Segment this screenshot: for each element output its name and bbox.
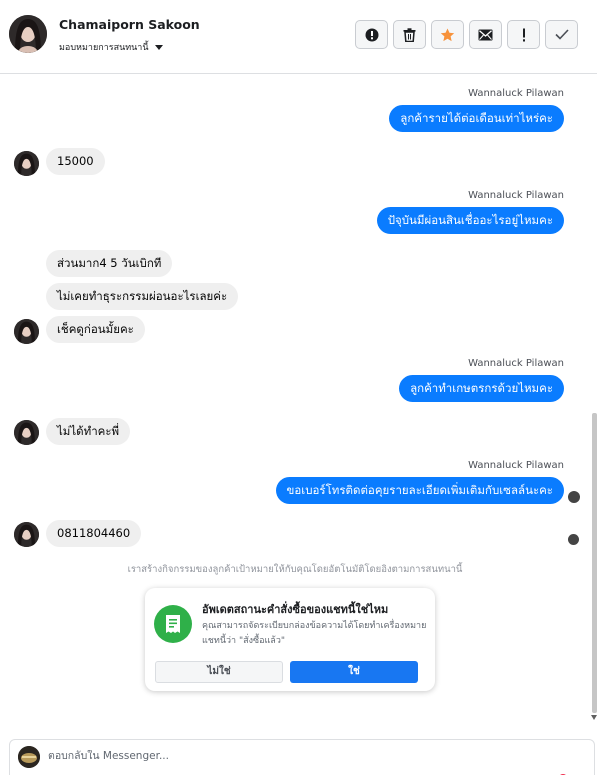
card-description: คุณสามารถจัดระเบียบกล่องข้อความได้โดยทำเ… <box>202 621 427 646</box>
sender-name: Wannaluck Pilawan <box>468 190 564 201</box>
contact-name: Chamaiporn Sakoon <box>59 17 200 32</box>
sender-name: Wannaluck Pilawan <box>468 88 564 99</box>
incoming-message[interactable]: ไม่ได้ทำคะพี่ <box>46 418 131 445</box>
contact-avatar-small <box>14 151 39 176</box>
incoming-message[interactable]: 0811804460 <box>46 520 142 547</box>
contact-avatar[interactable] <box>9 15 47 53</box>
incoming-message[interactable]: เช็คดูก่อนมั้ยคะ <box>46 316 145 343</box>
messenger-conversation-panel: Chamaiporn Sakoon มอบหมายการสนทนานี้ Wan… <box>0 0 597 775</box>
outgoing-message[interactable]: ลูกค้ารายได้ต่อเดือนเท่าไหร่คะ <box>389 105 564 132</box>
delete-button[interactable] <box>393 20 426 49</box>
trash-icon <box>403 27 416 42</box>
card-title: อัพเดตสถานะคำสั่งซื้อของแชทนี้ใช่ไหม <box>202 603 389 616</box>
scrollbar-thumb[interactable] <box>592 413 597 713</box>
message-thread[interactable]: Wannaluck Pilawan ลูกค้ารายได้ต่อเดือนเท… <box>0 75 590 730</box>
conversation-header: Chamaiporn Sakoon มอบหมายการสนทนานี้ <box>0 0 597 74</box>
incoming-message[interactable]: 15000 <box>46 148 105 175</box>
page-avatar <box>18 746 40 768</box>
follow-up-button[interactable] <box>507 20 540 49</box>
order-status-card: อัพเดตสถานะคำสั่งซื้อของแชทนี้ใช่ไหม คุณ… <box>145 588 435 691</box>
alert-circle-icon <box>365 28 378 41</box>
no-button[interactable]: ไม่ใช่ <box>155 661 283 683</box>
contact-avatar-small <box>14 522 39 547</box>
reply-input[interactable] <box>48 750 528 762</box>
reply-composer <box>9 739 595 775</box>
outgoing-message[interactable]: ปัจุบันมีผ่อนสินเชื่ออะไรอยู่ไหมคะ <box>376 207 564 234</box>
spam-button[interactable] <box>355 20 388 49</box>
receipt-icon <box>154 605 192 643</box>
incoming-message[interactable]: ส่วนมาก4 5 วันเบิกที <box>46 250 173 277</box>
read-receipt-avatar <box>568 534 579 545</box>
yes-button[interactable]: ใช่ <box>290 661 418 683</box>
outgoing-message[interactable]: ลูกค้าทำเกษตรกรด้วยไหมคะ <box>399 375 564 402</box>
contact-avatar-small <box>14 420 39 445</box>
sender-name: Wannaluck Pilawan <box>468 358 564 369</box>
contact-avatar-small <box>14 319 39 344</box>
assign-conversation-label: มอบหมายการสนทนานี้ <box>59 43 149 53</box>
star-icon <box>440 27 455 41</box>
outgoing-message[interactable]: ขอเบอร์โทรติดต่อคุยรายละเอียดเพิ่มเติมกั… <box>275 477 564 504</box>
sender-name: Wannaluck Pilawan <box>468 460 564 471</box>
conversation-actions <box>355 20 578 49</box>
read-receipt-avatar <box>568 491 580 503</box>
system-note: เราสร้างกิจกรรมของลูกค้าเป้าหมายให้กับคุ… <box>127 564 463 575</box>
check-icon <box>554 29 569 40</box>
incoming-message[interactable]: ไม่เคยทำธุระกรรมผ่อนอะไรเลยค่ะ <box>46 283 239 310</box>
assign-conversation-dropdown[interactable]: มอบหมายการสนทนานี้ <box>59 40 163 54</box>
envelope-icon <box>478 29 493 40</box>
scroll-down-arrow-icon[interactable] <box>591 715 597 720</box>
mark-unread-button[interactable] <box>469 20 502 49</box>
star-button[interactable] <box>431 20 464 49</box>
mark-done-button[interactable] <box>545 20 578 49</box>
exclamation-icon <box>522 28 525 41</box>
caret-down-icon <box>154 44 163 50</box>
